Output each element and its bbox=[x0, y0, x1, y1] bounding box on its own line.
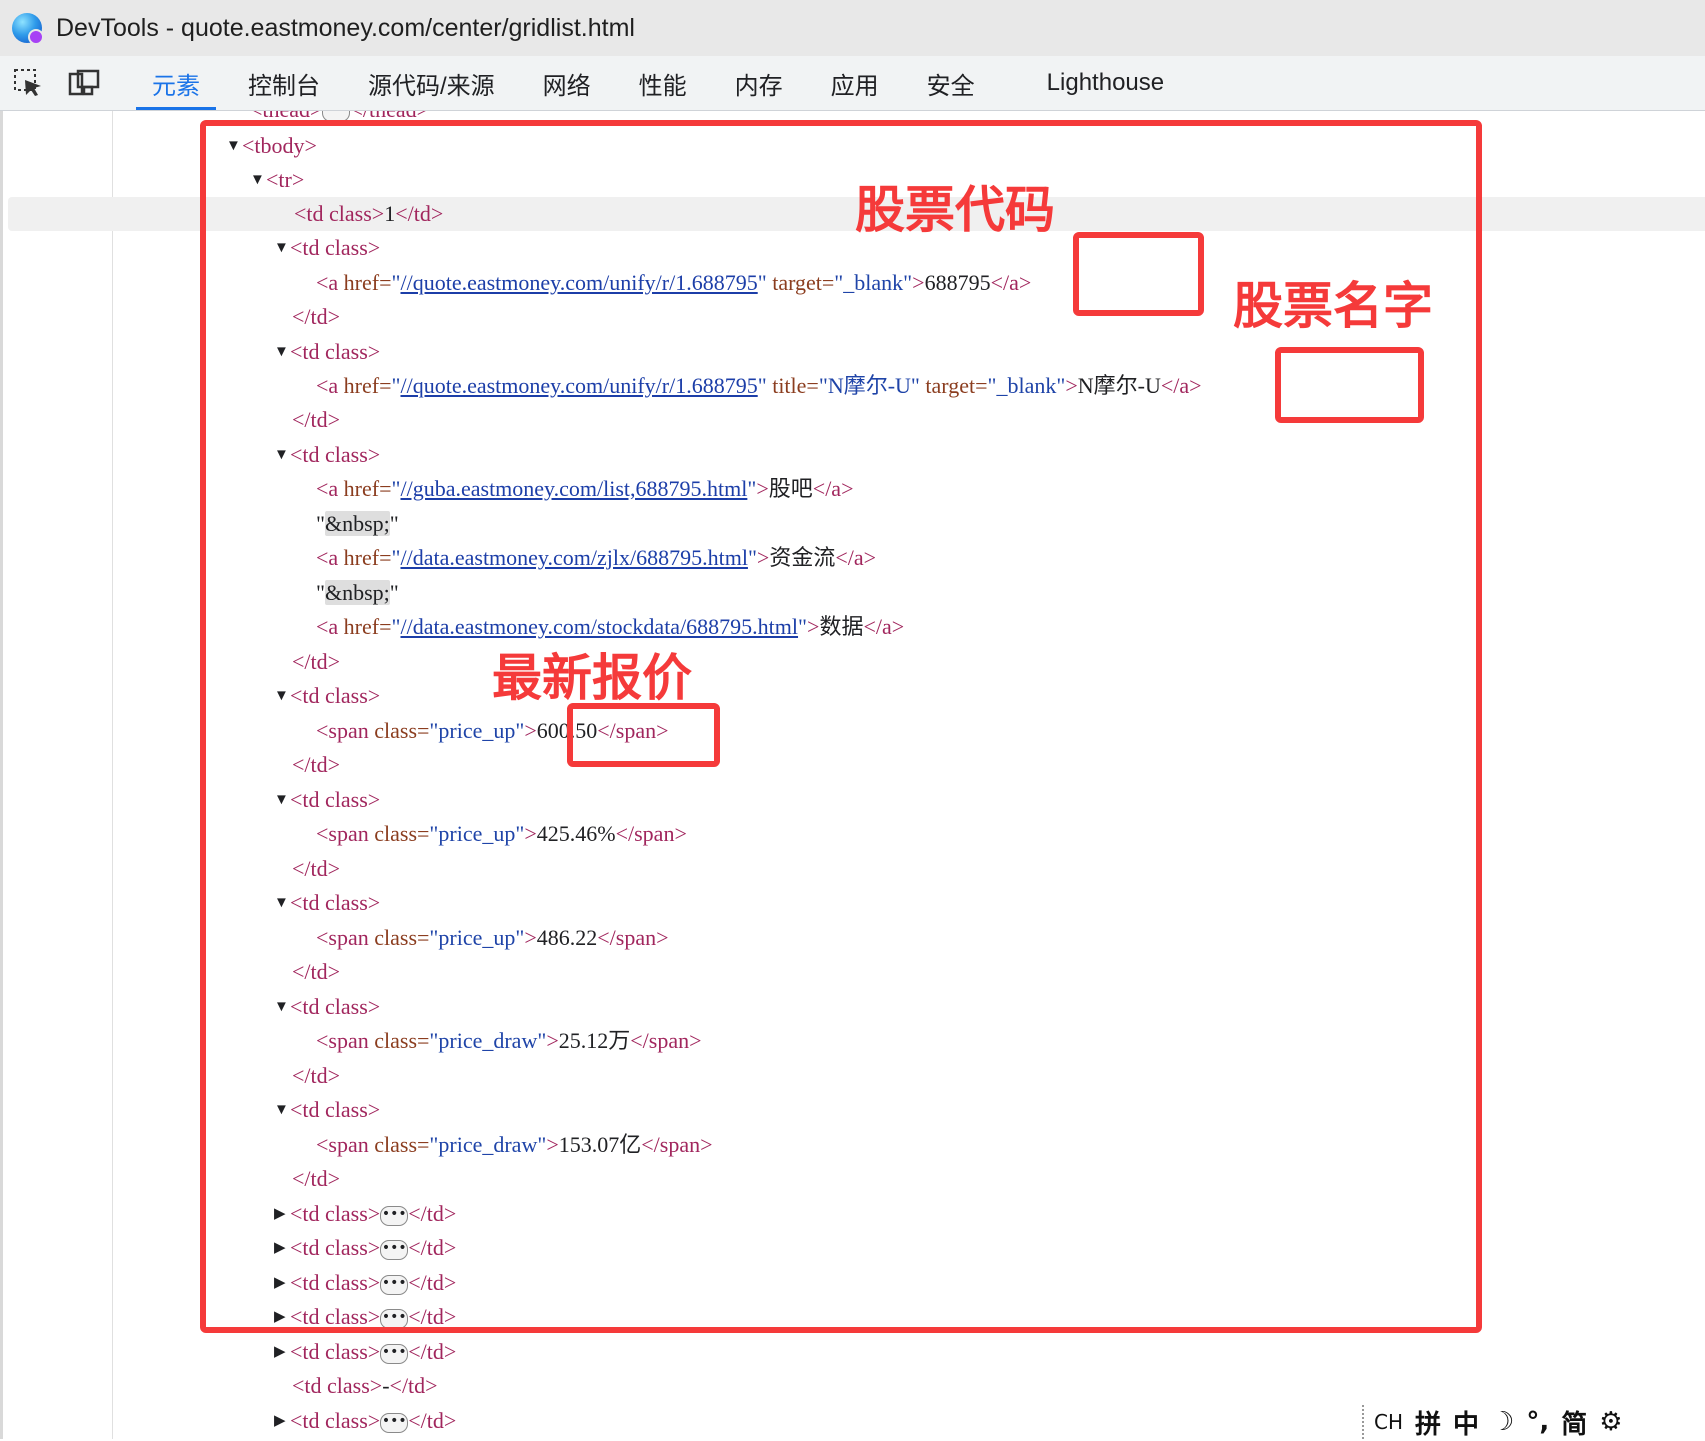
punctuation-icon[interactable]: °, bbox=[1526, 1407, 1549, 1437]
annotation-name-box bbox=[1275, 347, 1424, 423]
tab-security[interactable]: 安全 bbox=[903, 56, 999, 110]
moon-icon[interactable]: ☽ bbox=[1491, 1407, 1514, 1437]
tab-application[interactable]: 应用 bbox=[807, 56, 903, 110]
annotation-name-label: 股票名字 bbox=[1233, 277, 1433, 335]
window-titlebar: DevTools - quote.eastmoney.com/center/gr… bbox=[0, 0, 1705, 56]
gear-icon[interactable]: ⚙ bbox=[1599, 1407, 1622, 1437]
ellipsis-icon[interactable]: ••• bbox=[380, 1412, 409, 1433]
expand-triangle-icon[interactable]: ▶ bbox=[274, 1404, 290, 1438]
edge-devtools-logo-icon bbox=[12, 13, 44, 45]
annotation-code-label: 股票代码 bbox=[855, 181, 1055, 239]
ime-simplified[interactable]: 简 bbox=[1561, 1404, 1587, 1441]
dom-node-td-collapsed[interactable]: ▶ <td class> •••</td> bbox=[0, 1335, 456, 1369]
dom-node-td-collapsed[interactable]: ▶ <td class> •••</td> bbox=[0, 1404, 456, 1438]
ellipsis-icon[interactable]: ••• bbox=[380, 1343, 409, 1364]
annotation-code-box bbox=[1073, 232, 1204, 316]
ime-pinyin-icon[interactable]: 拼 bbox=[1415, 1404, 1441, 1441]
tab-elements[interactable]: 元素 bbox=[128, 56, 224, 110]
window-title: DevTools - quote.eastmoney.com/center/gr… bbox=[56, 13, 635, 42]
annotation-price-box bbox=[567, 703, 720, 767]
dom-node-td-dash[interactable]: <td class>-</td> bbox=[0, 1369, 438, 1403]
tab-performance[interactable]: 性能 bbox=[615, 56, 711, 110]
inspect-element-icon[interactable] bbox=[0, 56, 56, 110]
device-toolbar-icon[interactable] bbox=[56, 56, 112, 110]
expand-triangle-icon[interactable]: ▶ bbox=[274, 1335, 290, 1369]
tab-lighthouse[interactable]: Lighthouse bbox=[1023, 56, 1188, 110]
annotation-price-label: 最新报价 bbox=[492, 649, 692, 707]
tab-memory[interactable]: 内存 bbox=[711, 56, 807, 110]
tab-sources[interactable]: 源代码/来源 bbox=[344, 56, 519, 110]
devtools-toolbar: 元素 控制台 源代码/来源 网络 性能 内存 应用 安全 Lighthouse bbox=[0, 56, 1705, 111]
ime-mode[interactable]: 中 bbox=[1453, 1404, 1479, 1441]
ime-status-bar: CH 拼 中 ☽ °, 简 ⚙ bbox=[1362, 1404, 1623, 1441]
tab-network[interactable]: 网络 bbox=[519, 56, 615, 110]
ime-language[interactable]: CH bbox=[1374, 1410, 1403, 1434]
tab-console[interactable]: 控制台 bbox=[224, 56, 344, 110]
